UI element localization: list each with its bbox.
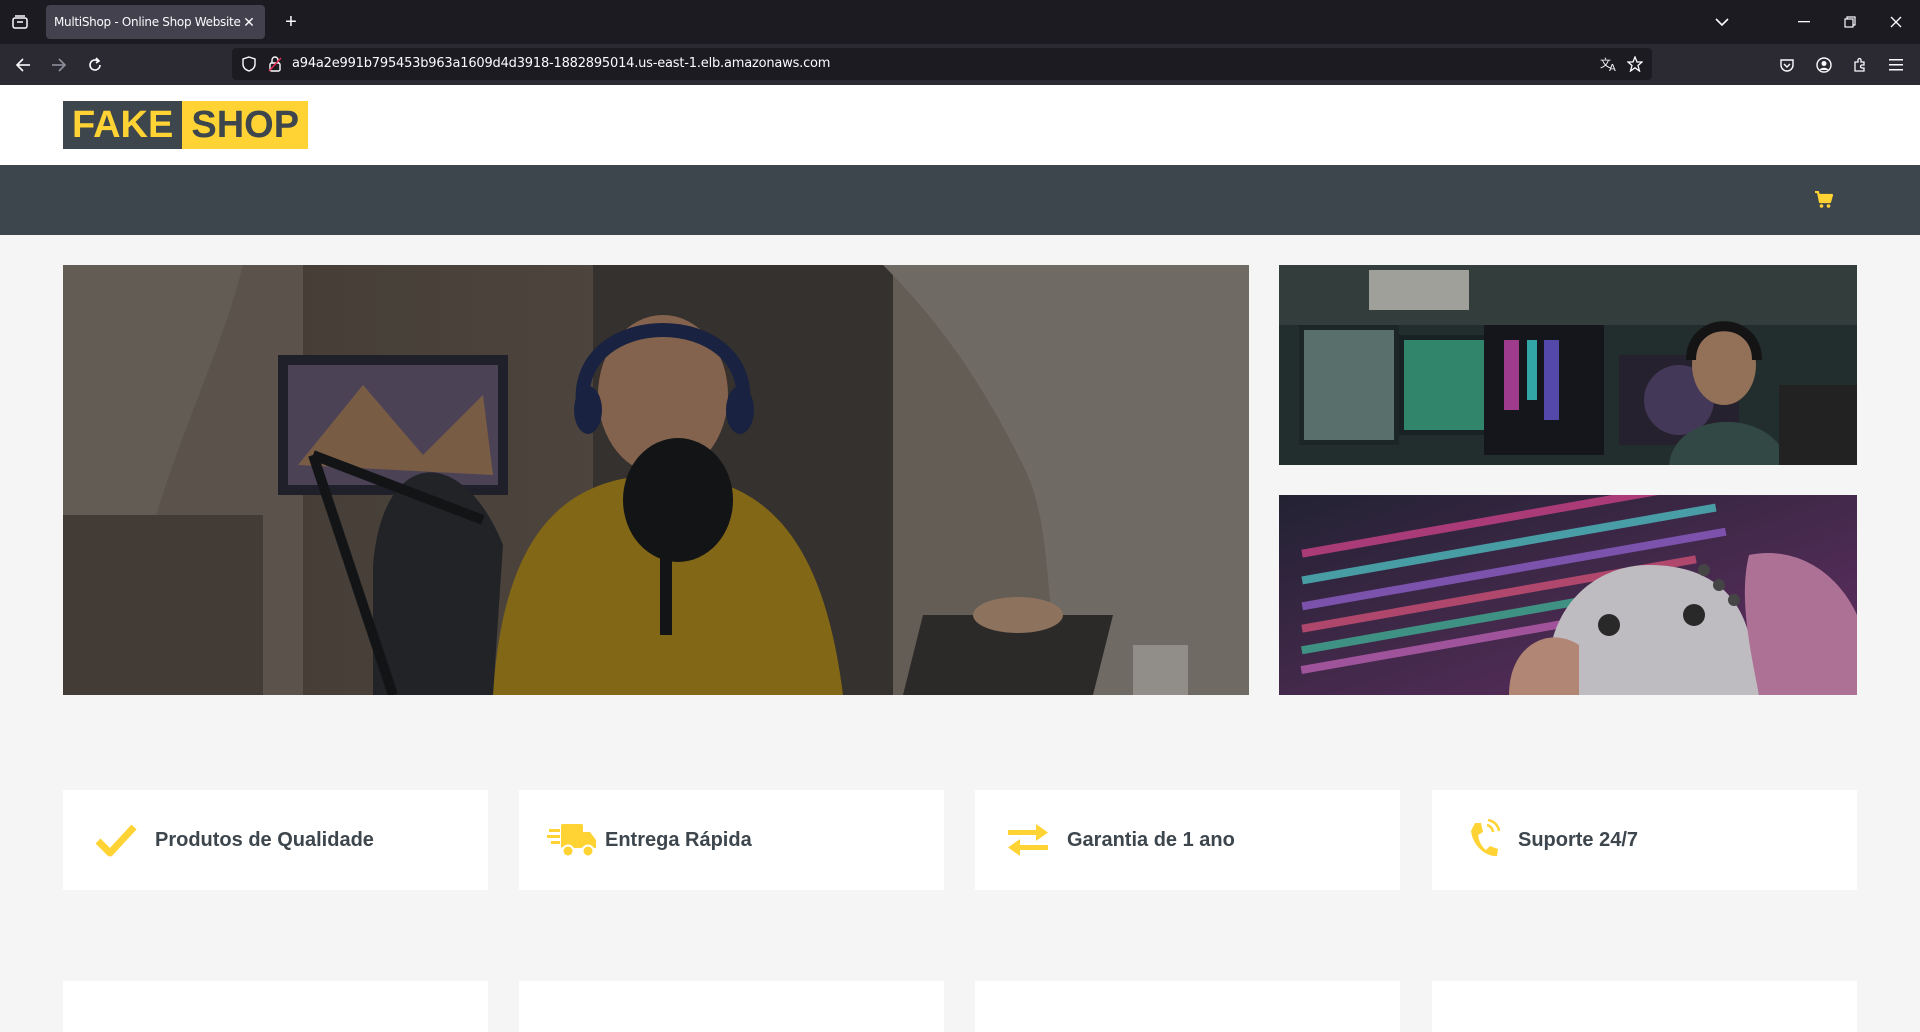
site-logo[interactable]: FAKE SHOP <box>63 101 309 149</box>
exchange-arrows-icon <box>1003 815 1053 865</box>
page-content: FAKE SHOP Produtos de Qualidade Entrega … <box>0 85 1920 1032</box>
close-tab-icon[interactable]: ✕ <box>241 14 257 30</box>
banner-image-gamer-pc <box>1279 265 1857 465</box>
side-banner-controller[interactable] <box>1279 495 1857 695</box>
close-window-icon[interactable] <box>1884 10 1908 34</box>
extensions-icon[interactable] <box>1847 52 1873 78</box>
browser-tab-active[interactable]: MultiShop - Online Shop Website Te ✕ <box>46 5 265 39</box>
carousel-slide-image <box>63 265 1249 695</box>
hamburger-menu-icon[interactable] <box>1883 52 1909 78</box>
tab-list-icon[interactable] <box>8 11 32 33</box>
shopping-cart-icon[interactable] <box>1812 188 1836 212</box>
feature-box-warranty: Garantia de 1 ano <box>975 790 1400 890</box>
minimize-icon[interactable] <box>1792 10 1816 34</box>
category-card[interactable] <box>975 981 1400 1032</box>
address-bar[interactable]: a94a2e991b795453b963a1609d4d3918-1882895… <box>232 48 1652 80</box>
site-header: FAKE SHOP <box>0 85 1920 165</box>
feature-label-support: Suporte 24/7 <box>1518 828 1639 851</box>
reload-icon[interactable] <box>82 52 108 78</box>
feature-label-shipping: Entrega Rápida <box>605 828 752 851</box>
pocket-icon[interactable] <box>1774 52 1800 78</box>
forward-arrow-icon[interactable] <box>46 52 72 78</box>
side-banner-gaming-setup[interactable] <box>1279 265 1857 465</box>
back-arrow-icon[interactable] <box>10 52 36 78</box>
banner-image-controller-keyboard <box>1279 495 1857 695</box>
category-card[interactable] <box>519 981 944 1032</box>
feature-box-quality: Produtos de Qualidade <box>63 790 488 890</box>
logo-text-fake: FAKE <box>63 101 183 149</box>
restore-icon[interactable] <box>1838 10 1862 34</box>
lock-insecure-icon[interactable] <box>266 55 284 73</box>
shipping-truck-icon <box>547 815 597 865</box>
hero-carousel[interactable] <box>63 265 1249 695</box>
feature-box-shipping: Entrega Rápida <box>519 790 944 890</box>
main-navigation-bar <box>0 165 1920 235</box>
feature-label-warranty: Garantia de 1 ano <box>1067 828 1235 851</box>
check-icon <box>91 815 141 865</box>
category-card[interactable] <box>1432 981 1857 1032</box>
shield-icon[interactable] <box>240 55 258 73</box>
translate-icon[interactable]: 文A <box>1600 55 1618 73</box>
features-row: Produtos de Qualidade Entrega Rápida Gar… <box>63 790 1857 890</box>
chevron-down-icon[interactable] <box>1710 12 1734 32</box>
tab-title: MultiShop - Online Shop Website Te <box>54 15 244 29</box>
browser-nav-bar: a94a2e991b795453b963a1609d4d3918-1882895… <box>0 44 1920 85</box>
category-cards-row <box>63 981 1857 1032</box>
logo-text-shop: SHOP <box>182 101 309 149</box>
feature-label-quality: Produtos de Qualidade <box>155 828 374 851</box>
svg-text:A: A <box>1609 63 1616 72</box>
new-tab-button[interactable]: + <box>280 11 302 33</box>
account-icon[interactable] <box>1811 52 1837 78</box>
phone-volume-icon <box>1460 815 1510 865</box>
bookmark-star-icon[interactable] <box>1626 55 1644 73</box>
url-text[interactable]: a94a2e991b795453b963a1609d4d3918-1882895… <box>292 56 830 71</box>
category-card[interactable] <box>63 981 488 1032</box>
browser-tab-bar: MultiShop - Online Shop Website Te ✕ + <box>0 0 1920 44</box>
feature-box-support: Suporte 24/7 <box>1432 790 1857 890</box>
